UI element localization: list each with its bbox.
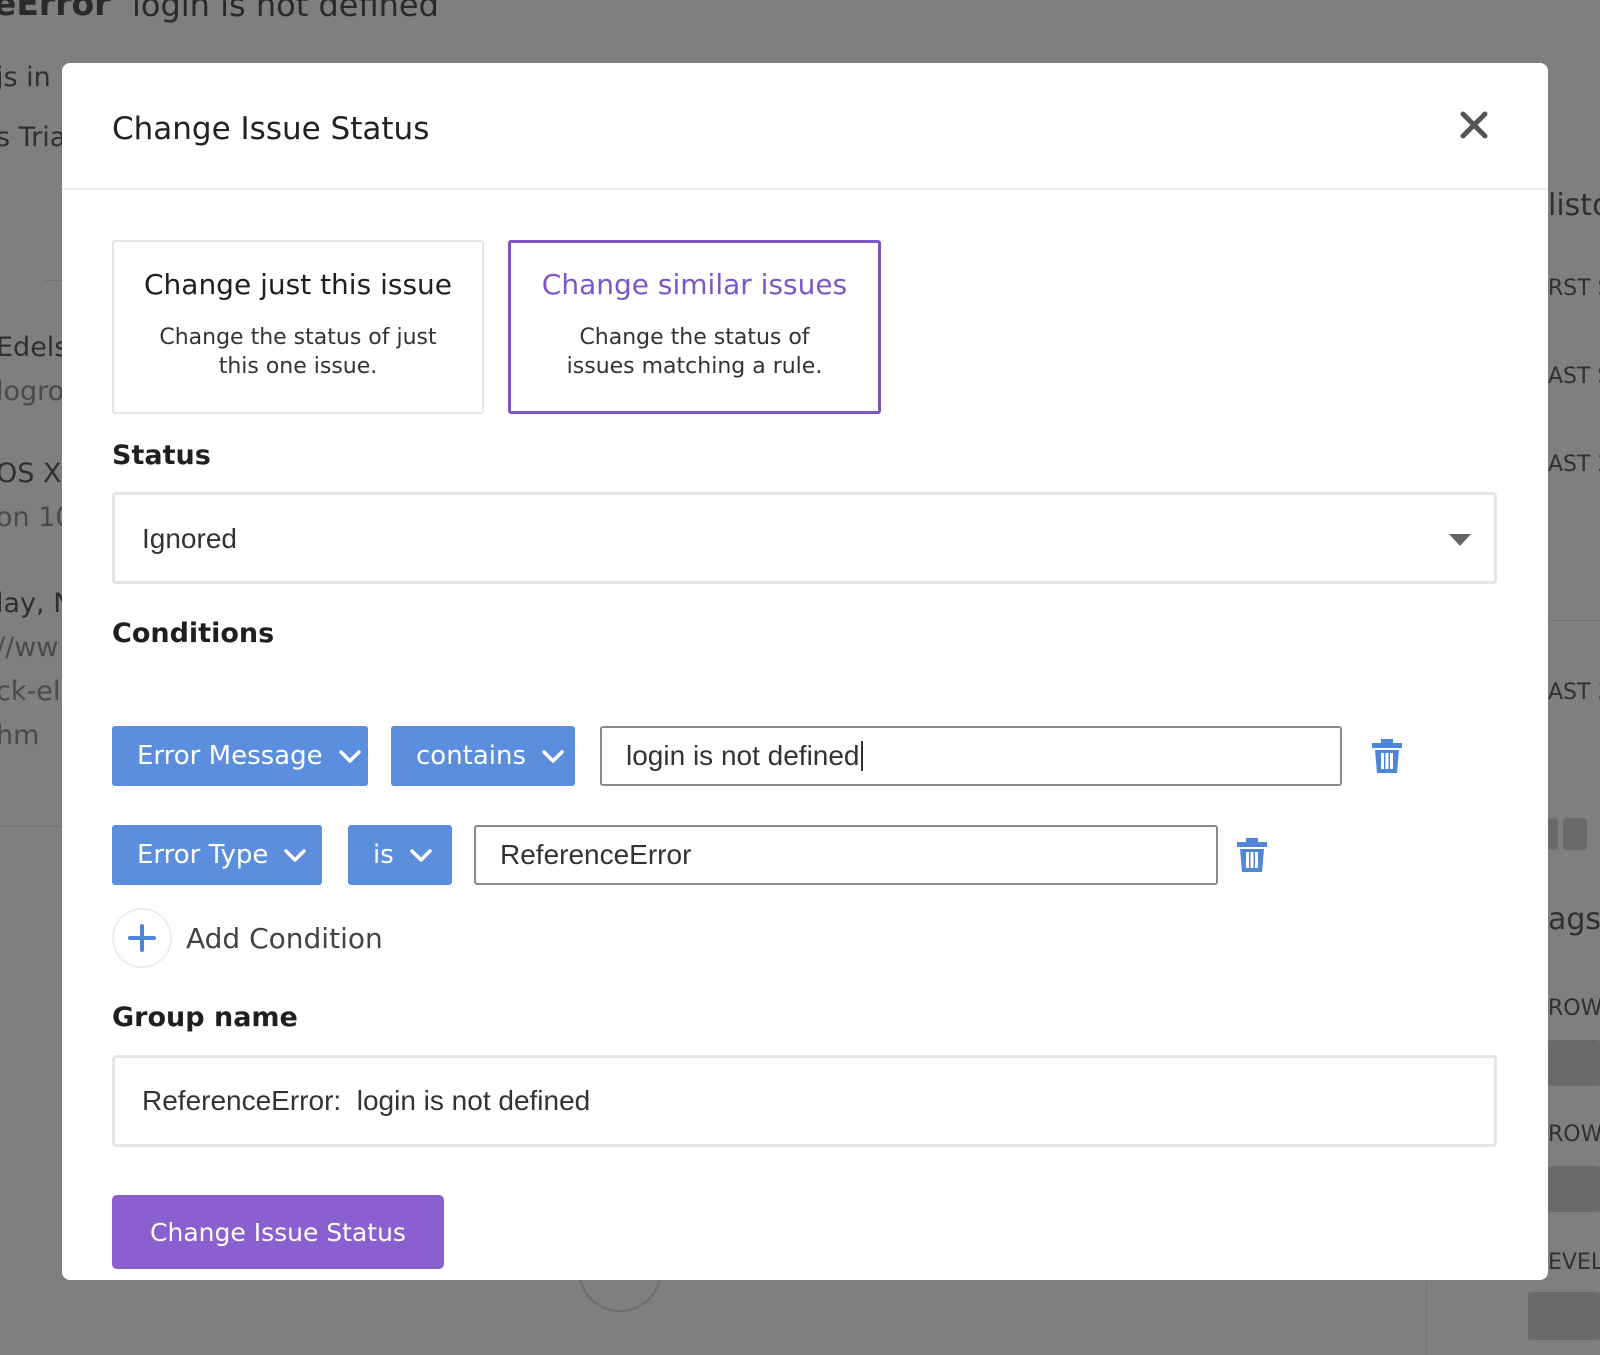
option-description: Change the status of just this one issue… — [159, 325, 437, 379]
bg-fragment: RST S — [1548, 276, 1600, 301]
bg-fragment: AST S — [1548, 364, 1600, 389]
chevron-down-icon — [542, 741, 564, 771]
group-name-input[interactable]: ReferenceError: login is not defined — [112, 1055, 1497, 1147]
option-change-similar-issues[interactable]: Change similar issues Change the status … — [508, 240, 881, 414]
condition-field-label: Error Type — [137, 840, 269, 870]
bg-fragment: EVEL — [1548, 1250, 1600, 1275]
condition-value-input[interactable]: ReferenceError — [474, 825, 1218, 885]
add-condition-button[interactable]: Add Condition — [112, 908, 383, 968]
bg-fragment: ck-el — [0, 676, 61, 707]
trash-icon[interactable] — [1236, 837, 1268, 873]
option-title: Change just this issue — [143, 268, 452, 301]
condition-operator-dropdown[interactable]: contains — [391, 726, 575, 786]
trash-icon[interactable] — [1371, 738, 1403, 774]
condition-value-input[interactable]: login is not defined — [600, 726, 1342, 786]
condition-value-text: login is not defined — [626, 740, 860, 771]
bg-fragment: s Tria — [0, 122, 67, 153]
add-condition-label: Add Condition — [186, 921, 383, 955]
condition-operator-label: contains — [416, 741, 527, 771]
option-title: Change similar issues — [541, 268, 848, 301]
condition-field-dropdown[interactable]: Error Message — [112, 726, 368, 786]
bg-fragment: AST 3 — [1548, 680, 1600, 705]
bg-bar — [1548, 818, 1558, 850]
bg-fragment: OS X — [0, 458, 62, 489]
option-change-just-this-issue[interactable]: Change just this issue Change the status… — [112, 240, 484, 414]
plus-icon — [112, 908, 172, 968]
condition-value-text: ReferenceError — [500, 839, 692, 870]
chevron-down-icon — [410, 840, 432, 870]
bg-fragment: ROW — [1548, 996, 1600, 1021]
conditions-label: Conditions — [112, 618, 275, 649]
bg-fragment: js in — [0, 62, 51, 93]
bg-fragment: listo — [1548, 188, 1600, 223]
chevron-down-icon — [284, 840, 307, 870]
bg-divider — [1426, 1282, 1427, 1355]
chevron-down-icon — [338, 741, 361, 771]
bg-divider — [44, 280, 62, 281]
modal-title: Change Issue Status — [112, 111, 430, 147]
condition-field-dropdown[interactable]: Error Type — [112, 825, 322, 885]
change-issue-status-button[interactable]: Change Issue Status — [112, 1195, 444, 1269]
bg-fragment: //ww — [0, 632, 59, 663]
option-description: Change the status of issues matching a r… — [566, 325, 823, 379]
bg-fragment: ROW — [1548, 1122, 1600, 1147]
bg-issue-message: login is not defined — [132, 0, 439, 24]
text-cursor — [860, 741, 863, 771]
close-icon[interactable] — [1454, 105, 1494, 145]
bg-divider — [0, 826, 62, 827]
group-name-label: Group name — [112, 1002, 298, 1033]
bg-bar — [1563, 818, 1587, 850]
bg-issue-title: eError — [0, 0, 111, 23]
bg-bar — [1548, 1040, 1600, 1086]
status-label: Status — [112, 440, 211, 471]
condition-field-label: Error Message — [137, 741, 323, 771]
bg-divider — [1548, 620, 1600, 621]
change-issue-status-modal: Change Issue Status Change just this iss… — [62, 63, 1548, 1280]
bg-fragment: ags — [1548, 902, 1600, 937]
bg-bar — [1548, 1166, 1600, 1212]
dropdown-caret-icon — [1448, 533, 1472, 552]
condition-operator-dropdown[interactable]: is — [348, 825, 452, 885]
status-selected-value: Ignored — [142, 523, 237, 554]
modal-header: Change Issue Status — [62, 63, 1548, 190]
bg-fragment: AST 2 — [1548, 452, 1600, 477]
group-name-value: ReferenceError: login is not defined — [142, 1085, 591, 1116]
condition-operator-label: is — [373, 840, 394, 870]
status-select[interactable]: Ignored — [112, 492, 1497, 584]
bg-fragment: logro — [0, 376, 65, 407]
bg-fragment: hm — [0, 720, 40, 751]
bg-bar — [1528, 1292, 1600, 1340]
